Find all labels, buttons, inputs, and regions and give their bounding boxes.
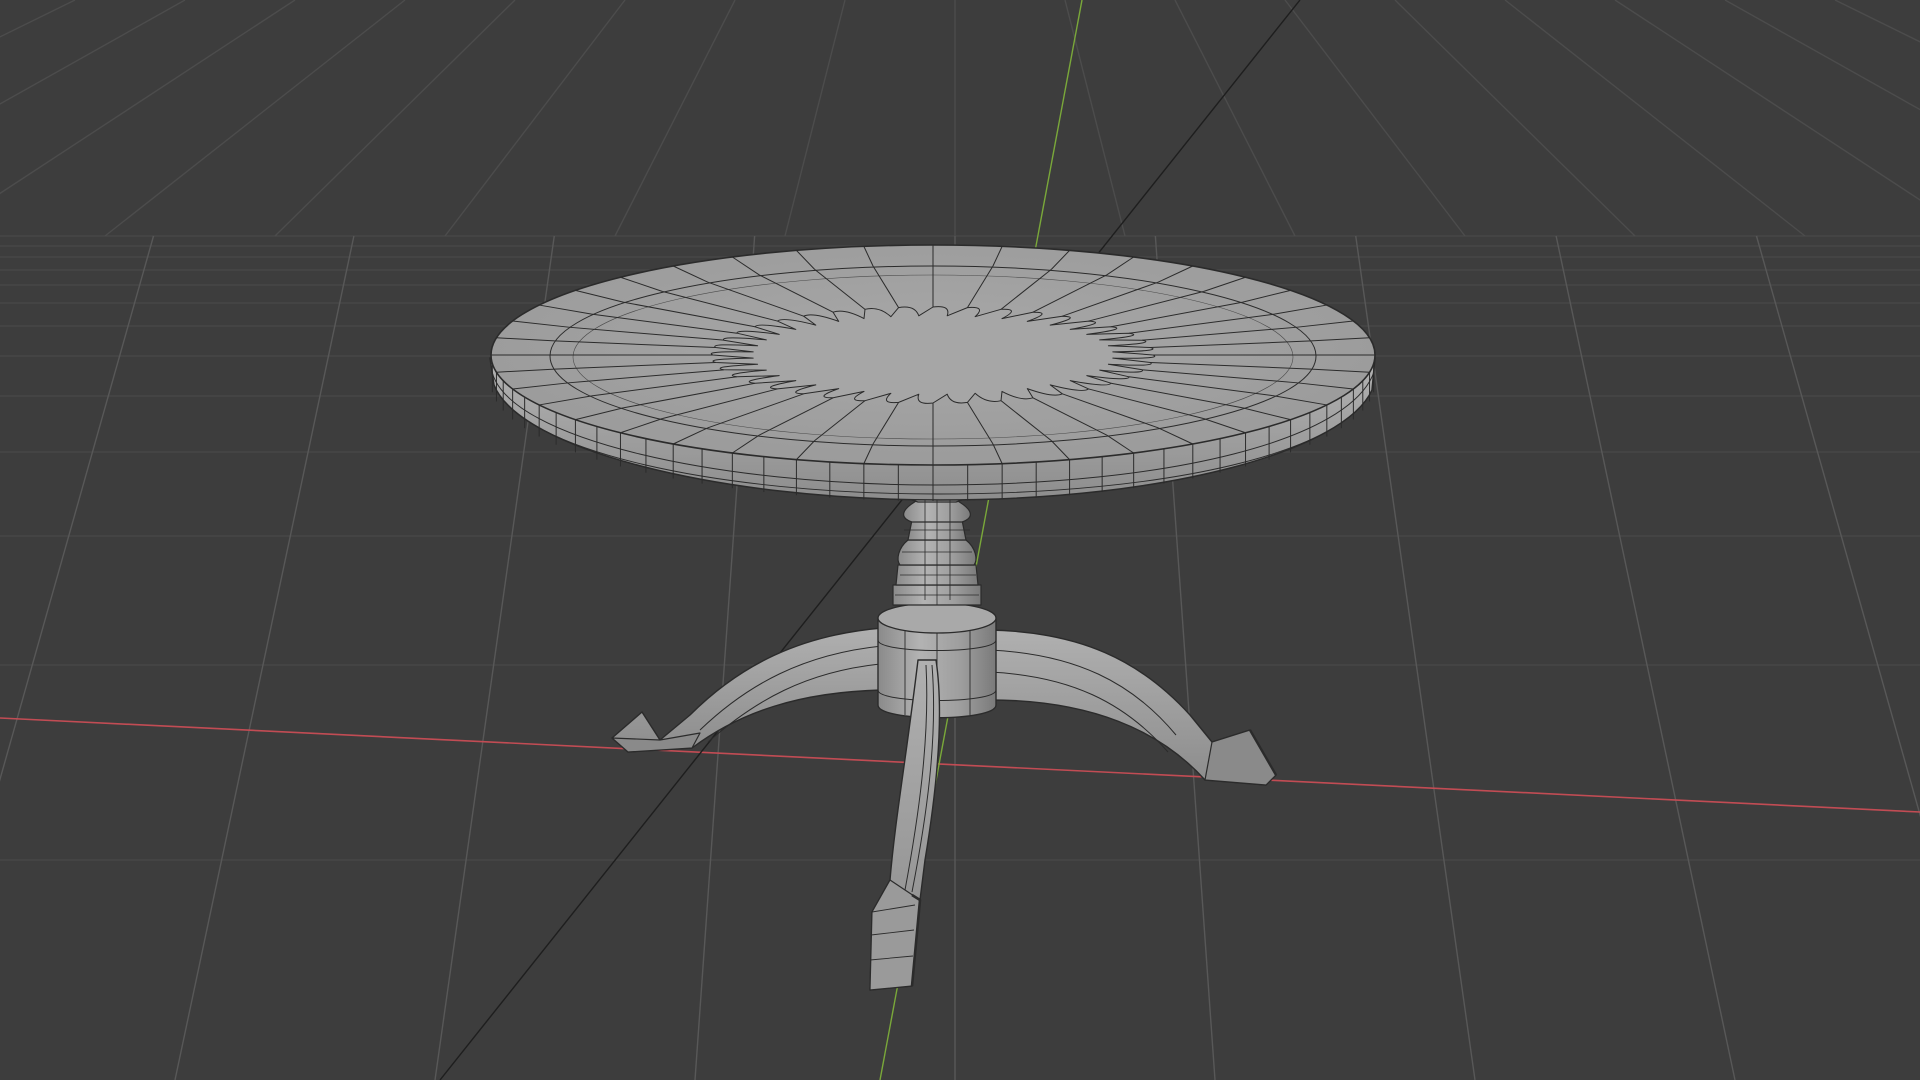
grid-line [104,0,406,237]
grid-line [0,0,296,195]
grid-line [1755,235,1920,818]
top-center-medallion [710,306,1156,404]
grid-line [274,0,516,237]
grid-line [0,0,186,105]
view-axis-line [439,0,1301,1080]
grid-line [1284,0,1466,237]
grid-line [1724,0,1920,111]
grid-line [1394,0,1636,237]
grid-line [0,235,155,782]
table-leg-left[interactable] [611,627,883,753]
grid-line [0,0,76,38]
grid-line [444,0,626,237]
grid-line [1614,0,1920,201]
table-model[interactable] [489,244,1376,991]
x-axis-line [0,717,1920,813]
grid-line [784,0,846,237]
viewport-scene[interactable] [0,0,1920,1080]
grid-line [1174,0,1296,237]
3d-viewport[interactable] [0,0,1920,1080]
grid-line [174,235,355,1080]
grid-line [1504,0,1806,237]
grid-line [614,0,736,237]
grid-line [1555,235,1736,1080]
grid-line [1834,0,1920,43]
table-top[interactable] [489,244,1376,501]
grid-line [1064,0,1126,237]
table-leg-right[interactable] [989,629,1278,786]
